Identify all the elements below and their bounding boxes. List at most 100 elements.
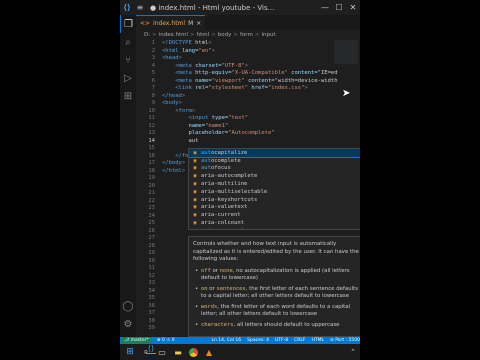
line-number: 15 [148,145,155,151]
suggestion-item[interactable]: ▣aria-rowcount [189,227,360,229]
code-line[interactable]: <meta name="viewport" content="width=dev… [162,78,360,86]
code-line[interactable]: <link rel="stylesheet" href="index.css"> [162,85,360,93]
suggestion-item[interactable]: ▣ aria-keyshortcuts [189,196,360,204]
vscode-logo-icon: ⟨⟩ [123,3,131,12]
suggestion-item[interactable]: ▣ autocomplete [189,157,360,165]
property-icon: ▣ [193,204,197,211]
file-explorer-icon[interactable]: ▬ [173,347,183,357]
source-control-icon[interactable]: ⑂ [120,51,136,69]
tab-close-icon[interactable]: × [196,20,201,27]
suggestion-item[interactable]: ▣ aria-colcount [189,219,360,227]
line-number: 6 [151,77,155,84]
tray-chevron-icon[interactable]: ⌃ [350,348,356,356]
line-number: 9 [151,100,155,106]
suggestion-label: aria-colcount [201,220,245,227]
modified-marker: M [188,19,194,27]
line-number: 3 [151,55,155,61]
window-title: ● index.html - Html youtube - Vis... [150,3,275,12]
problems-status[interactable]: ⊗ 0 ⚠ 0 [157,338,175,343]
code-line[interactable]: </head> [162,93,360,101]
code-line[interactable]: placeholder="Autocomplete" [162,130,360,138]
live-server-port[interactable]: ⊘ Port : 5500 [330,338,360,343]
line-number: 37 [148,310,155,316]
breadcrumb-separator: > [254,32,260,38]
code-editor[interactable]: 1 2 3 4 5 6 7 8 9 10 11 12 13 14 15 16 17 18 19 20 21 22 23 24 2… [136,40,360,337]
suggestion-label: aria-rowcount [201,228,244,229]
close-button[interactable]: ✕ [346,3,360,12]
line-number: 18 [148,167,155,174]
details-bullet: off or none, no autocapitalization is ap… [193,268,360,283]
windows-start-icon[interactable]: ⊞ [125,347,135,357]
details-bullet: words, the first letter of each word def… [193,304,360,319]
code-line[interactable]: <form> [162,108,360,116]
explorer-icon[interactable]: ❐ [120,15,136,33]
line-number: 16 [148,152,155,159]
code-line[interactable]: <body> [162,100,360,108]
git-branch-status[interactable]: ⎇ master* [122,337,151,344]
line-number: 19 [148,175,155,181]
autocomplete-suggestions[interactable]: ▣ autocapitalize ▣ autocomplete ▣ autofocus ▣ a… [188,148,360,230]
cursor-position[interactable]: Ln 14, Col 16 [211,338,241,343]
code-line[interactable]: <html lang="en"> [162,48,360,56]
line-number: 4 [151,62,155,69]
property-icon: ▣ [192,228,198,229]
suggestion-item[interactable]: ▣ aria-current [189,211,360,219]
line-number: 23 [148,205,155,211]
line-number: 21 [148,190,155,196]
line-number: 25 [148,220,155,226]
breadcrumb-separator: > [152,32,157,38]
suggestion-item[interactable]: ▣ aria-autocomplete [189,172,360,180]
line-number: 36 [148,302,155,309]
encoding-status[interactable]: UTF-8 [275,338,288,343]
code-line[interactable]: <meta http-equiv="X-UA-Compatible" conte… [162,70,360,78]
maximize-button[interactable]: ☐ [332,3,346,12]
breadcrumb-input[interactable]: input [261,32,275,38]
breadcrumb-form[interactable]: form [240,32,253,38]
breadcrumb-drive[interactable]: D: [144,32,150,38]
vlc-icon[interactable]: ▲ [204,347,214,357]
line-number: 30 [148,257,155,264]
minimize-button[interactable]: — [318,3,332,12]
settings-gear-icon[interactable]: ⚙ [120,315,136,333]
run-debug-icon[interactable]: ▷ [120,69,136,87]
search-icon[interactable]: ⌕ [120,33,136,51]
property-icon: ▣ [193,165,197,172]
tab-index-html[interactable]: <> index.html M × [136,15,206,30]
code-line[interactable]: <head> [162,55,360,63]
line-number: 31 [148,265,155,271]
breadcrumb-file[interactable]: index.html [159,32,188,38]
code-line[interactable]: name="name1" [162,123,360,131]
task-view-icon[interactable]: ▭ [157,347,167,357]
editor-tabs: <> index.html M × [136,15,360,30]
eol-status[interactable]: CRLF [294,338,305,343]
line-number: 12 [148,122,155,129]
suggestion-label: autocapitalize [201,149,248,156]
vscode-taskbar-icon[interactable]: ⟨⟩ [146,344,156,354]
line-number: 28 [148,242,155,249]
breadcrumb-body[interactable]: body [218,32,232,38]
activity-bar: ❐ ⌕ ⑂ ▷ ⊞ ◯ ⚙ [120,15,136,337]
indentation-status[interactable]: Spaces: 4 [247,338,269,343]
code-line[interactable]: <meta charset="UTF-8"> [162,63,360,71]
suggestion-item[interactable]: ▣ autocapitalize [189,149,360,158]
suggestion-item[interactable]: ▣ aria-multiline [189,180,360,188]
suggestion-item[interactable]: ▣ autofocus [189,165,360,173]
line-number: 26 [148,227,155,234]
minimap[interactable] [334,40,358,64]
extensions-icon[interactable]: ⊞ [120,87,136,105]
html-file-icon: <> [140,19,151,27]
menu-icon[interactable]: ≡ [134,3,146,12]
chrome-icon[interactable] [189,347,198,357]
account-icon[interactable]: ◯ [120,297,136,315]
language-mode[interactable]: HTML [312,338,325,343]
property-icon: ▣ [193,188,197,195]
breadcrumb-html[interactable]: html [197,32,210,38]
code-line[interactable]: <input type="text" [162,115,360,123]
suggestion-item[interactable]: ▣ aria-multiselectable [189,188,360,196]
suggestion-label: aria-valuetext [201,204,248,211]
mouse-pointer-icon: ➤ [342,88,351,99]
line-number: 11 [148,115,155,121]
code-line[interactable]: <!DOCTYPE html> [162,40,360,48]
code-line[interactable]: aut [162,138,360,146]
suggestion-item[interactable]: ▣ aria-valuetext [189,204,360,212]
